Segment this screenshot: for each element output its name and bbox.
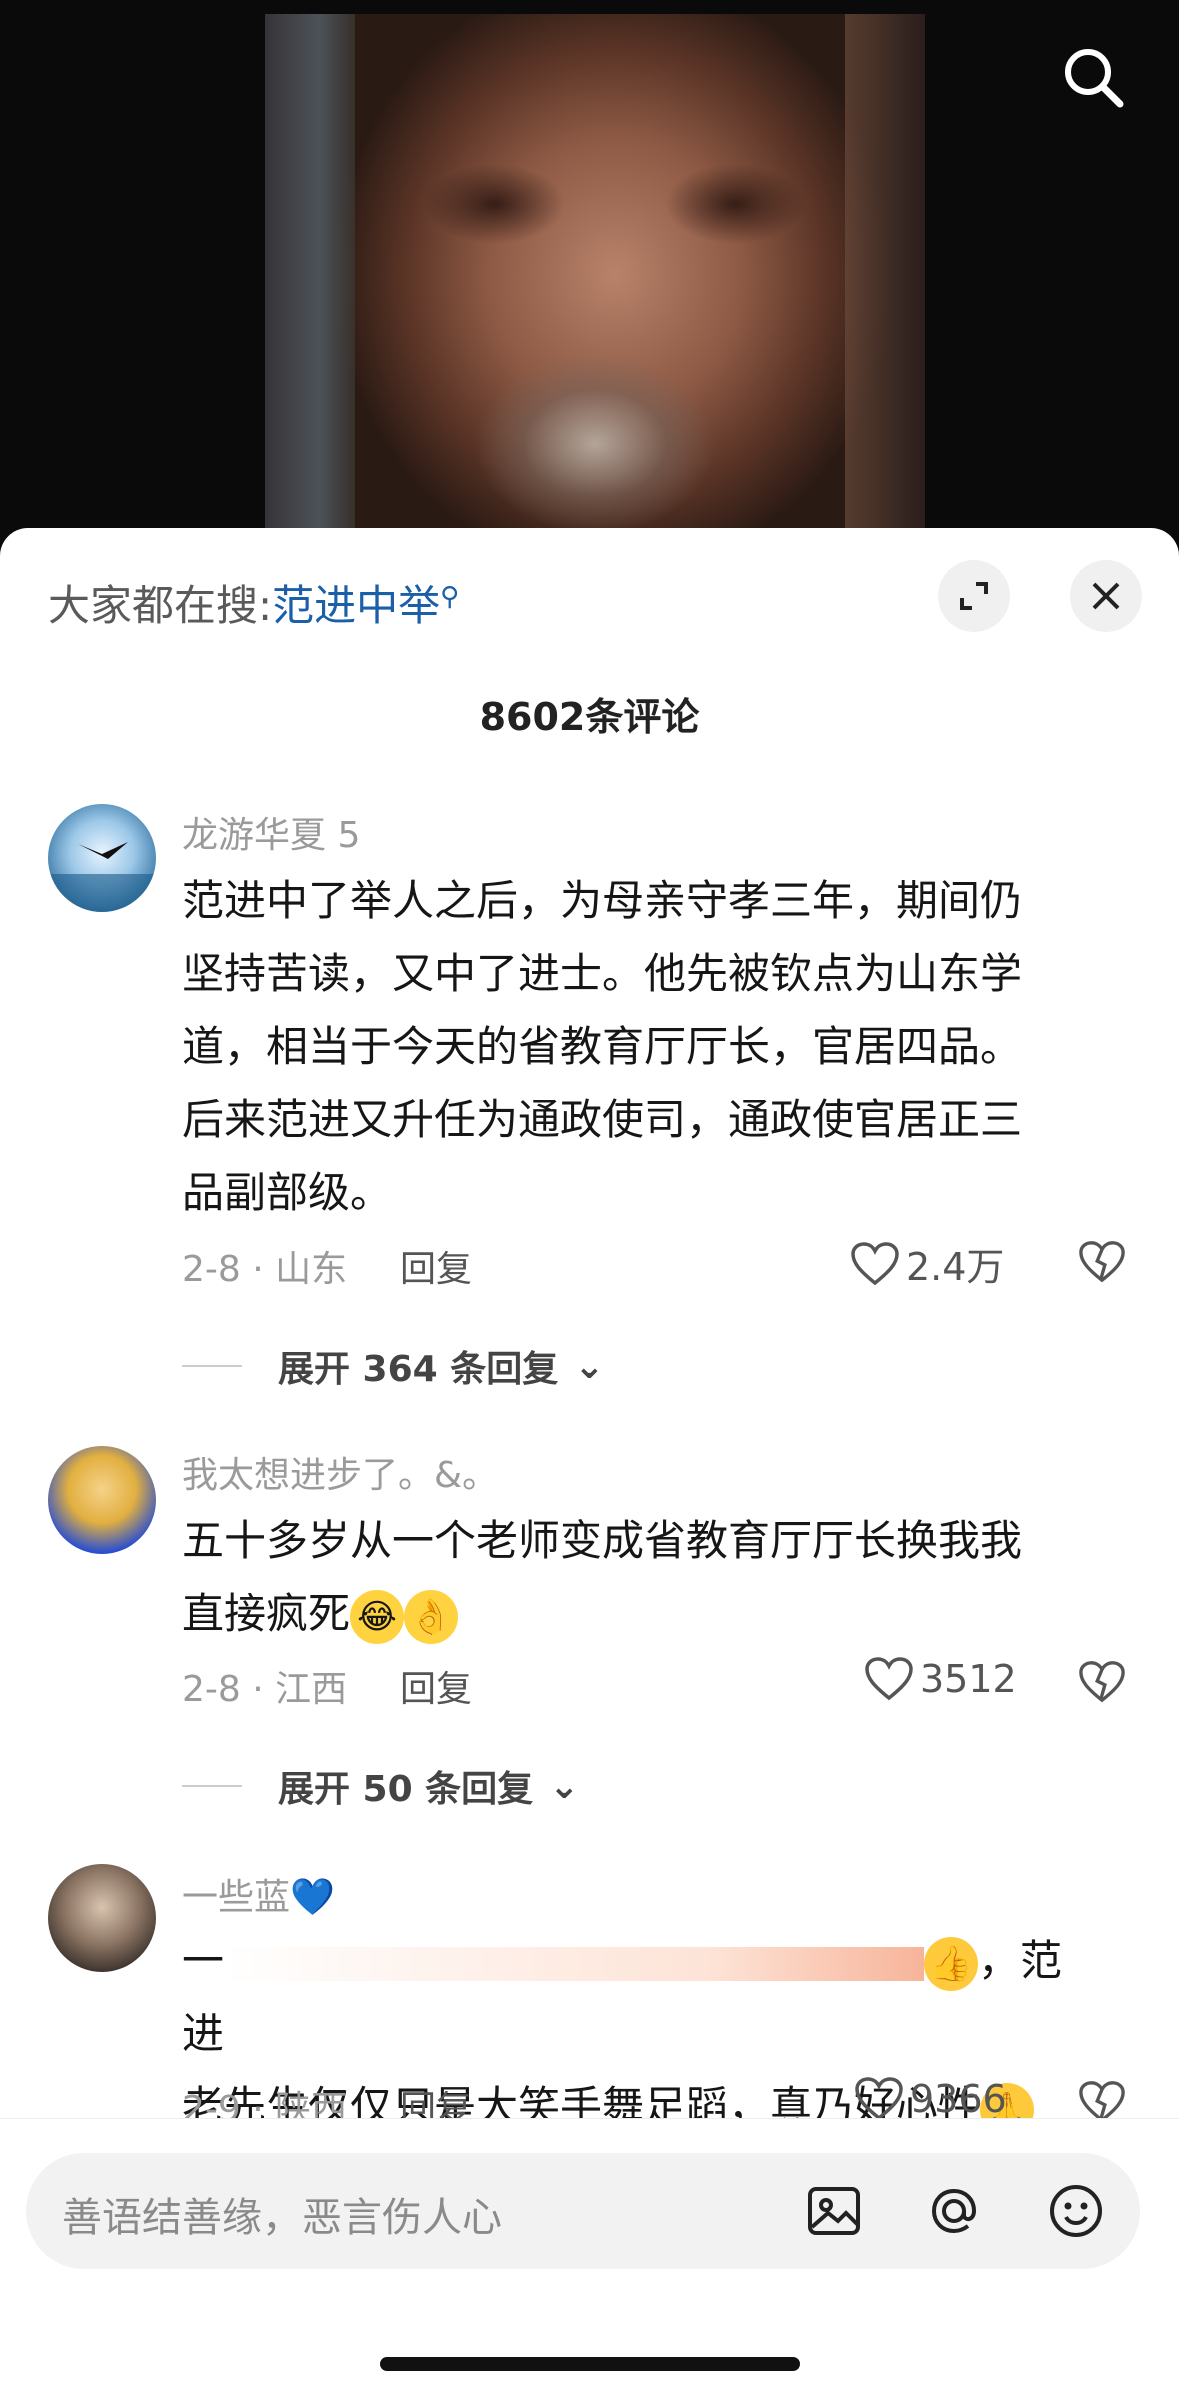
- comment-text: 范进中了举人之后，为母亲守孝三年，期间仍 坚持苦读，又中了进士。他先被钦点为山东…: [182, 876, 1023, 1217]
- like-button[interactable]: 9366: [854, 2076, 1007, 2122]
- comment-sheet: 大家都在搜:范进中举⚲ 8602条评论 龙游华夏 5 范进中了举人之后，为母亲守…: [0, 528, 1179, 2394]
- comment-date-location: 2-8 · 江西: [182, 1669, 348, 1710]
- dislike-icon[interactable]: [1078, 1658, 1126, 1706]
- hot-search-row: 大家都在搜:范进中举⚲: [48, 572, 459, 633]
- close-button[interactable]: [1070, 560, 1142, 632]
- chevron-down-icon: ⌄: [549, 1765, 580, 1807]
- blue-heart-emoji: 💙: [290, 1877, 335, 1918]
- heart-icon: [851, 1241, 899, 1285]
- comment-text: 五十多岁从一个老师变成省教育厅厅长换我我 直接疯死 😂 👌: [182, 1504, 1102, 1650]
- reply-button[interactable]: 回复: [400, 1660, 472, 1712]
- comment-input[interactable]: 善语结善缘，恶言伤人心: [26, 2153, 1140, 2269]
- avatar[interactable]: [48, 1864, 156, 1972]
- hot-search-link[interactable]: 范进中举⚲: [272, 581, 459, 630]
- mention-icon[interactable]: [922, 2179, 986, 2243]
- expand-replies-button[interactable]: 展开 50 条回复 ⌄: [182, 1760, 579, 1812]
- thumbs-up-emoji: 👍: [924, 1936, 979, 1991]
- mini-search-icon: ⚲: [440, 582, 460, 612]
- like-button[interactable]: 3512: [864, 1656, 1017, 1702]
- avatar[interactable]: [48, 1446, 156, 1554]
- reply-button[interactable]: 回复: [400, 1240, 472, 1292]
- comment-username[interactable]: 龙游华夏 5: [182, 806, 360, 858]
- avatar[interactable]: [48, 804, 156, 912]
- like-count: 9366: [910, 2077, 1007, 2121]
- dislike-icon[interactable]: [1078, 1238, 1126, 1286]
- emoji-icon[interactable]: [1044, 2179, 1108, 2243]
- home-indicator[interactable]: [380, 2357, 800, 2371]
- comment-input-bar: 善语结善缘，恶言伤人心: [0, 2118, 1179, 2395]
- expand-sheet-button[interactable]: [938, 560, 1010, 632]
- search-icon[interactable]: [1058, 42, 1128, 112]
- comment-count: 8602条评论: [479, 695, 700, 739]
- hot-search-prefix: 大家都在搜:: [48, 581, 273, 630]
- expand-icon: [960, 582, 988, 610]
- like-count: 3512: [920, 1657, 1017, 1701]
- like-count: 2.4万: [906, 1245, 1005, 1289]
- comment-username[interactable]: 我太想进步了。&。: [182, 1446, 498, 1498]
- laughing-emoji: 😂: [350, 1589, 405, 1644]
- heart-icon: [855, 2077, 903, 2121]
- chevron-down-icon: ⌄: [574, 1345, 605, 1387]
- comment-date-location: 2-8 · 山东: [182, 1249, 348, 1290]
- close-icon: [1092, 582, 1120, 610]
- expand-replies-button[interactable]: 展开 364 条回复 ⌄: [182, 1340, 604, 1392]
- image-icon[interactable]: [802, 2179, 866, 2243]
- input-placeholder: 善语结善缘，恶言伤人心: [62, 2195, 502, 2241]
- like-button[interactable]: 2.4万: [850, 1236, 1004, 1291]
- gradient-strip: [224, 1946, 925, 1981]
- ok-hand-emoji: 👌: [404, 1589, 459, 1644]
- video-frame: [265, 14, 925, 560]
- comment-username[interactable]: 一些蓝💙: [182, 1868, 335, 1920]
- video-player[interactable]: [0, 0, 1179, 560]
- heart-icon: [865, 1657, 913, 1701]
